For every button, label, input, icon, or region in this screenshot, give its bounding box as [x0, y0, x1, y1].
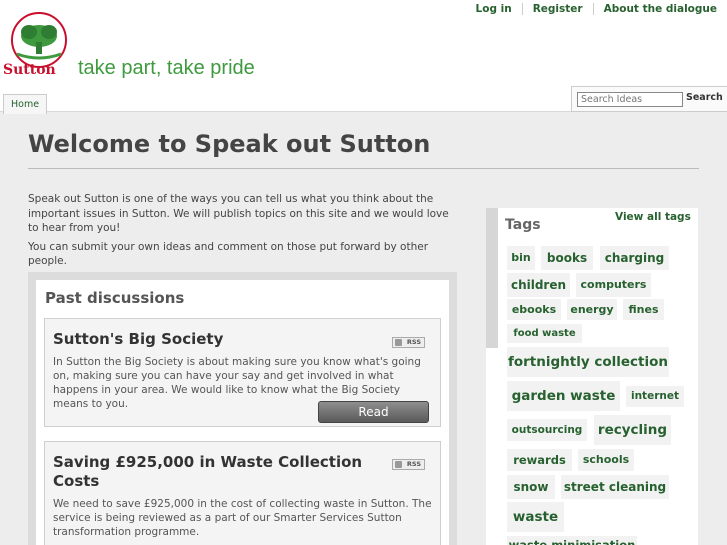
tag-link[interactable]: children — [507, 273, 570, 297]
tag-link[interactable]: snow — [507, 475, 555, 499]
tag-link[interactable]: waste — [507, 502, 564, 532]
tag-link[interactable]: energy — [567, 299, 617, 320]
banner-text: Let's talk — [659, 38, 727, 53]
tag-link[interactable]: fines — [623, 299, 664, 320]
nav-tabs: Home — [3, 92, 48, 114]
tag-link[interactable]: food waste — [507, 324, 582, 343]
tag-link[interactable]: books — [541, 246, 593, 270]
page-title: Welcome to Speak out Sutton — [28, 130, 431, 158]
discussion-title[interactable]: Sutton's Big Society — [53, 330, 383, 349]
discussion-description: We need to save £925,000 in the cost of … — [53, 498, 432, 538]
register-link[interactable]: Register — [521, 3, 593, 15]
tag-link[interactable]: waste minimisation — [507, 536, 637, 545]
login-link[interactable]: Log in — [466, 3, 522, 15]
site-header: Sutton take part, take pride Log in Regi… — [0, 0, 727, 114]
title-divider — [28, 168, 699, 169]
search-area: Search — [571, 86, 727, 112]
rss-icon[interactable]: RSS — [392, 459, 425, 470]
tab-home[interactable]: Home — [3, 94, 48, 114]
about-dialogue-link[interactable]: About the dialogue — [592, 3, 727, 15]
intro-paragraph: You can submit your own ideas and commen… — [28, 240, 429, 268]
top-links: Log in Register About the dialogue — [466, 3, 727, 15]
discussion-card: Saving £925,000 in Waste Collection Cost… — [44, 441, 441, 545]
intro-text: Speak out Sutton is one of the ways you … — [28, 192, 458, 273]
tag-link[interactable]: bin — [507, 246, 535, 270]
view-all-tags-link[interactable]: View all tags — [615, 211, 691, 223]
tag-link[interactable]: outsourcing — [507, 419, 587, 441]
tag-link[interactable]: ebooks — [507, 299, 561, 320]
tag-link[interactable]: fortnightly collection — [507, 347, 669, 377]
search-input[interactable] — [577, 92, 683, 107]
tag-link[interactable]: garden waste — [507, 381, 620, 411]
search-button[interactable]: Search — [686, 92, 723, 103]
tags-heading: Tags — [505, 217, 541, 233]
tag-link[interactable]: street cleaning — [561, 475, 669, 499]
tag-link[interactable]: schools — [578, 449, 634, 471]
tag-link[interactable]: recycling — [594, 415, 671, 445]
read-button[interactable]: Read — [318, 401, 429, 423]
intro-paragraph: Speak out Sutton is one of the ways you … — [28, 193, 449, 234]
tag-link[interactable]: computers — [576, 273, 651, 297]
tag-link[interactable]: charging — [600, 246, 669, 270]
logo-wordmark: Sutton — [3, 62, 56, 78]
past-discussions-heading: Past discussions — [45, 289, 185, 307]
tag-link[interactable]: rewards — [507, 449, 572, 471]
discussion-title[interactable]: Saving £925,000 in Waste Collection Cost… — [53, 453, 383, 491]
rss-icon[interactable]: RSS — [392, 337, 425, 348]
tags-panel-accent — [486, 208, 498, 348]
site-tagline: take part, take pride — [78, 57, 255, 79]
tag-link[interactable]: internet — [626, 386, 684, 407]
discussion-card: Sutton's Big Society RSS In Sutton the B… — [44, 318, 441, 427]
